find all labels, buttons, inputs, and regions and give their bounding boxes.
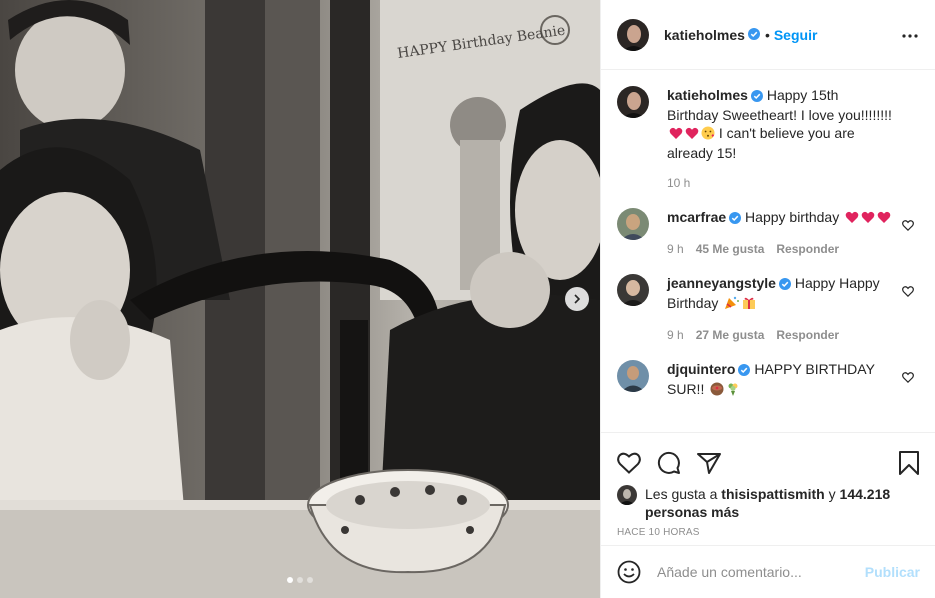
add-comment-bar: Publicar — [601, 545, 935, 598]
comment-meta: 9 h 27 Me gusta Responder — [667, 328, 892, 342]
comment-likes[interactable]: 27 Me gusta — [696, 328, 765, 342]
liked-by-prefix: Les gusta a — [645, 486, 718, 502]
bookmark-icon — [899, 451, 919, 475]
carousel-dot-active — [287, 577, 293, 583]
comment-username[interactable]: djquintero — [667, 361, 735, 377]
heart-emoji-icon — [669, 126, 683, 144]
comments-list: katieholmes Happy 15th Birthday Sweethea… — [601, 70, 935, 432]
avatar[interactable] — [617, 360, 649, 392]
post-side-panel: katieholmes • Seguir katieholmes Happy 1… — [600, 0, 935, 598]
emoji-picker-button[interactable] — [617, 560, 641, 584]
verified-badge-icon — [778, 276, 791, 294]
comment-likes[interactable]: 45 Me gusta — [696, 242, 765, 256]
avatar[interactable] — [617, 86, 649, 118]
paper-plane-icon — [697, 453, 721, 474]
photo-image: HAPPY Birthday Beanie — [0, 0, 600, 598]
carousel-dot — [297, 577, 303, 583]
share-button[interactable] — [697, 452, 721, 474]
instagram-post: HAPPY Birthday Beanie katieholmes • Segu… — [0, 0, 935, 598]
heart-emoji-icon — [861, 210, 875, 228]
comment-text: mcarfrae Happy birthday — [667, 208, 892, 228]
caption-meta: 10 h — [667, 176, 892, 190]
comment-text: jeanneyangstyle Happy Happy Birthday — [667, 274, 892, 314]
user-avatar-icon — [617, 18, 649, 51]
comment-button[interactable] — [657, 451, 681, 475]
follow-button[interactable]: Seguir — [774, 27, 818, 43]
user-avatar-icon — [617, 360, 649, 392]
heart-emoji-icon — [685, 126, 699, 144]
user-avatar-icon — [617, 485, 637, 505]
liked-by-username[interactable]: thisispattismith — [721, 486, 824, 502]
verified-badge-icon — [738, 362, 751, 380]
comment-row: djquintero HAPPY BIRTHDAY SUR!! — [617, 360, 920, 400]
publish-button[interactable]: Publicar — [865, 564, 920, 580]
more-options-button[interactable] — [898, 24, 922, 48]
caption-row: katieholmes Happy 15th Birthday Sweethea… — [617, 86, 920, 190]
carousel-indicator — [0, 577, 600, 583]
user-avatar-icon — [617, 274, 649, 306]
action-icons — [617, 443, 920, 483]
avatar[interactable] — [617, 274, 649, 306]
more-horizontal-icon — [902, 34, 918, 38]
like-comment-button[interactable] — [902, 218, 914, 234]
post-actions: Les gusta a thisispattismith y 144.218 p… — [601, 432, 935, 538]
comment-body: Happy birthday — [745, 209, 844, 225]
avatar[interactable] — [617, 18, 649, 51]
caption-time[interactable]: 10 h — [667, 176, 690, 190]
comment-time[interactable]: 9 h — [667, 242, 684, 256]
comment-username[interactable]: mcarfrae — [667, 209, 726, 225]
caption-username[interactable]: katieholmes — [667, 87, 748, 103]
post-timestamp[interactable]: HACE 10 HORAS — [617, 527, 920, 538]
user-avatar-icon — [617, 86, 649, 118]
like-comment-button[interactable] — [902, 284, 914, 300]
next-photo-button[interactable] — [565, 287, 589, 311]
comment-text: djquintero HAPPY BIRTHDAY SUR!! — [667, 360, 892, 400]
heart-outline-icon — [902, 286, 914, 297]
chevron-right-icon — [574, 294, 581, 304]
post-header: katieholmes • Seguir — [601, 0, 935, 70]
party-popper-emoji-icon — [724, 296, 740, 314]
comment-row: mcarfrae Happy birthday 9 h 45 Me gusta … — [617, 208, 920, 256]
heart-outline-icon — [902, 372, 914, 383]
comment-meta: 9 h 45 Me gusta Responder — [667, 242, 892, 256]
carousel-dot — [307, 577, 313, 583]
kissing-face-emoji-icon — [701, 126, 715, 144]
gift-emoji-icon — [742, 296, 756, 314]
bouquet-emoji-icon — [726, 382, 740, 400]
reply-button[interactable]: Responder — [776, 328, 839, 342]
comment-username[interactable]: jeanneyangstyle — [667, 275, 776, 291]
save-button[interactable] — [898, 451, 920, 475]
header-username[interactable]: katieholmes — [664, 27, 745, 43]
like-button[interactable] — [617, 452, 641, 474]
separator-dot: • — [764, 26, 770, 43]
comment-bubble-icon — [657, 451, 680, 474]
comment-row: jeanneyangstyle Happy Happy Birthday 9 h… — [617, 274, 920, 342]
avatar[interactable] — [617, 208, 649, 240]
heart-emoji-icon — [845, 210, 859, 228]
post-photo[interactable]: HAPPY Birthday Beanie — [0, 0, 600, 598]
verified-badge-icon — [747, 27, 760, 43]
cake-emoji-icon — [710, 382, 724, 400]
reply-button[interactable]: Responder — [776, 242, 839, 256]
like-comment-button[interactable] — [902, 370, 914, 386]
avatar[interactable] — [617, 485, 637, 505]
heart-outline-icon — [617, 452, 641, 474]
comment-time[interactable]: 9 h — [667, 328, 684, 342]
likes-summary: Les gusta a thisispattismith y 144.218 p… — [617, 485, 920, 521]
liked-by-and: y — [828, 486, 836, 502]
caption-text: katieholmes Happy 15th Birthday Sweethea… — [667, 86, 892, 162]
smiley-icon — [617, 560, 641, 584]
heart-emoji-icon — [877, 210, 891, 228]
verified-badge-icon — [750, 88, 763, 106]
heart-outline-icon — [902, 220, 914, 231]
user-avatar-icon — [617, 208, 649, 240]
comment-input[interactable] — [657, 564, 857, 580]
verified-badge-icon — [729, 210, 742, 228]
